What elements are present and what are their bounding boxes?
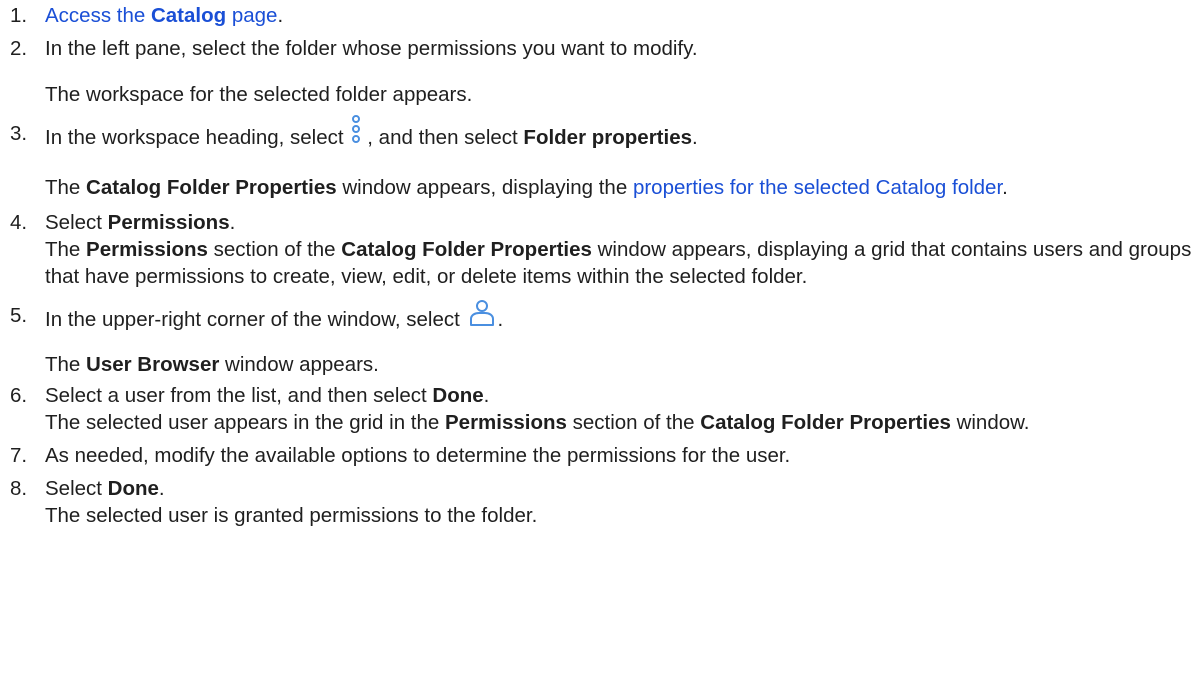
step-number: 3.: [10, 122, 28, 145]
step-6: 6. Select a user from the list, and then…: [10, 382, 1195, 436]
catalog-page-link[interactable]: Access the Catalog page: [45, 4, 277, 27]
step-number: 4.: [10, 211, 28, 234]
step-7: 7. As needed, modify the available optio…: [10, 442, 1195, 469]
step-2: 2. In the left pane, select the folder w…: [10, 35, 1195, 108]
step-result: The Permissions section of the Catalog F…: [45, 238, 1192, 288]
step-instruction: Select a user from the list, and then se…: [45, 384, 490, 407]
step-number: 8.: [10, 477, 28, 500]
step-instruction: In the workspace heading, select , and t…: [45, 115, 1195, 157]
page: { "steps": [ { "num": "1.", "link_prefix…: [0, 2, 1195, 686]
step-1: 1. Access the Catalog page.: [10, 2, 1195, 29]
user-icon: [467, 297, 497, 334]
step-number: 5.: [10, 304, 28, 327]
step-result: The User Browser window appears.: [45, 353, 379, 376]
step-result: The workspace for the selected folder ap…: [45, 83, 473, 106]
step-result: The Catalog Folder Properties window app…: [45, 176, 1008, 199]
step-instruction: Select Done.: [45, 477, 165, 500]
step-number: 2.: [10, 37, 28, 60]
step-instruction: Select Permissions.: [45, 211, 236, 234]
step-number: 1.: [10, 4, 28, 27]
step-number: 7.: [10, 444, 28, 467]
procedure-steps: 1. Access the Catalog page. 2. In the le…: [0, 2, 1195, 529]
step-result: The selected user appears in the grid in…: [45, 411, 1030, 434]
more-vertical-icon: [351, 114, 361, 151]
step-4: 4. Select Permissions. The Permissions s…: [10, 209, 1195, 290]
step-instruction: Access the Catalog page.: [45, 4, 284, 27]
step-result: The selected user is granted permissions…: [45, 504, 538, 527]
step-instruction: In the left pane, select the folder whos…: [45, 37, 698, 60]
step-instruction: In the upper-right corner of the window,…: [45, 300, 1195, 339]
step-8: 8. Select Done. The selected user is gra…: [10, 475, 1195, 529]
folder-properties-link[interactable]: properties for the selected Catalog fold…: [633, 176, 1002, 199]
step-5: 5. In the upper-right corner of the wind…: [10, 300, 1195, 378]
step-3: 3. In the workspace heading, select , an…: [10, 115, 1195, 201]
step-number: 6.: [10, 384, 28, 407]
step-instruction: As needed, modify the available options …: [45, 444, 791, 467]
